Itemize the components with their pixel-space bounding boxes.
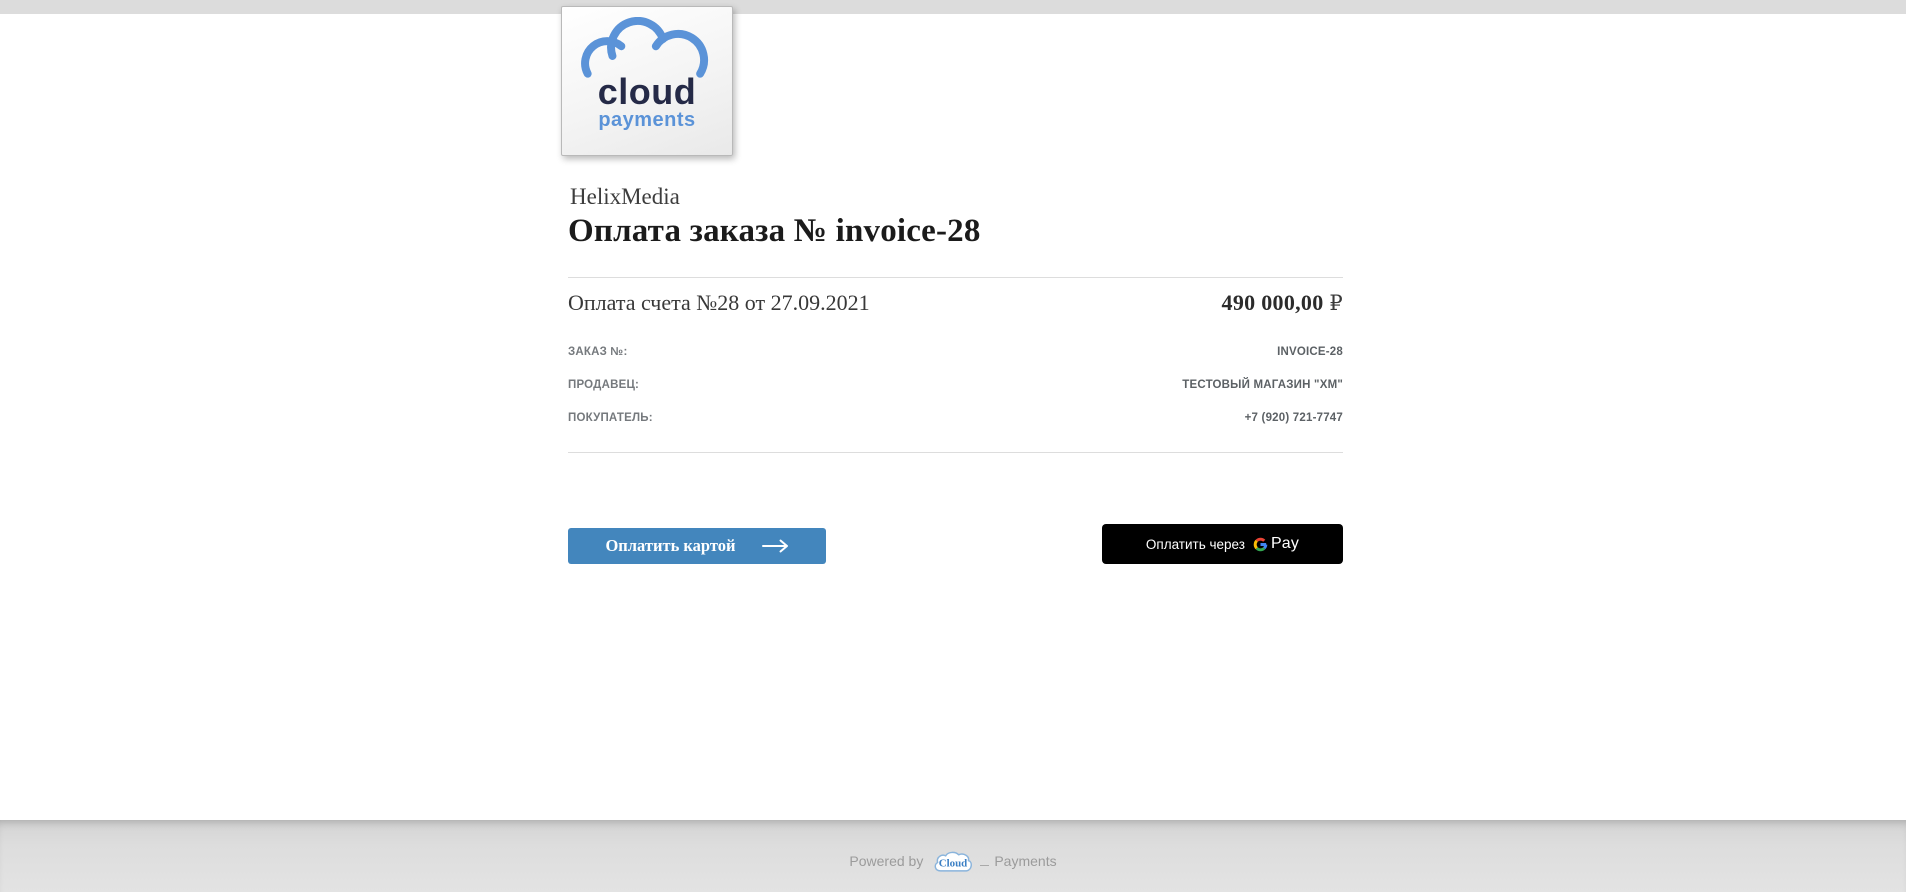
- footer-underscore-decoration: [980, 856, 989, 866]
- google-pay-button[interactable]: Оплатить через Pay: [1102, 524, 1343, 564]
- payment-buttons-row: Оплатить картой Оплатить через Pay: [568, 520, 1343, 564]
- page-title: Оплата заказа № invoice-28: [568, 213, 981, 250]
- svg-text:Cloud: Cloud: [939, 858, 968, 870]
- detail-label: ЗАКАЗ №:: [568, 346, 627, 358]
- gpay-wordmark: Pay: [1252, 535, 1299, 553]
- detail-row-order-number: ЗАКАЗ №: INVOICE-28: [568, 346, 1343, 358]
- payments-brand-label: Payments: [994, 853, 1056, 869]
- detail-value: INVOICE-28: [1277, 346, 1343, 358]
- footer: Powered by Cloud Payments: [0, 820, 1906, 892]
- powered-by-label: Powered by: [849, 853, 923, 869]
- google-g-icon: [1252, 536, 1269, 553]
- detail-value: +7 (920) 721-7747: [1245, 412, 1343, 424]
- currency-sign: ₽: [1329, 291, 1343, 315]
- arrow-right-icon: [762, 539, 789, 553]
- detail-value: ТЕСТОВЫЙ МАГАЗИН "ХМ": [1182, 379, 1343, 391]
- pay-with-card-button[interactable]: Оплатить картой: [568, 528, 826, 564]
- amount-value: 490 000,00: [1222, 290, 1324, 315]
- footer-cloud-icon: Cloud: [931, 850, 975, 874]
- payment-page: cloud payments HelixMedia Оплата заказа …: [0, 0, 1906, 892]
- invoice-summary-row: Оплата счета №28 от 27.09.2021 490 000,0…: [568, 290, 1343, 316]
- divider-bottom: [568, 452, 1343, 453]
- invoice-description: Оплата счета №28 от 27.09.2021: [568, 290, 870, 316]
- footer-branding: Powered by Cloud Payments: [849, 839, 1056, 873]
- detail-row-seller: ПРОДАВЕЦ: ТЕСТОВЫЙ МАГАЗИН "ХМ": [568, 379, 1343, 391]
- detail-row-buyer: ПОКУПАТЕЛЬ: +7 (920) 721-7747: [568, 412, 1343, 424]
- divider-top: [568, 277, 1343, 278]
- merchant-name: HelixMedia: [570, 184, 680, 210]
- detail-label: ПОКУПАТЕЛЬ:: [568, 412, 653, 424]
- detail-label: ПРОДАВЕЦ:: [568, 379, 639, 391]
- gpay-prefix-label: Оплатить через: [1146, 537, 1245, 552]
- main-content: HelixMedia Оплата заказа № invoice-28 Оп…: [568, 0, 1343, 892]
- order-details-list: ЗАКАЗ №: INVOICE-28 ПРОДАВЕЦ: ТЕСТОВЫЙ М…: [568, 346, 1343, 445]
- gpay-pay-label: Pay: [1271, 535, 1299, 553]
- invoice-amount: 490 000,00 ₽: [1222, 290, 1343, 316]
- pay-with-card-label: Оплатить картой: [605, 536, 735, 556]
